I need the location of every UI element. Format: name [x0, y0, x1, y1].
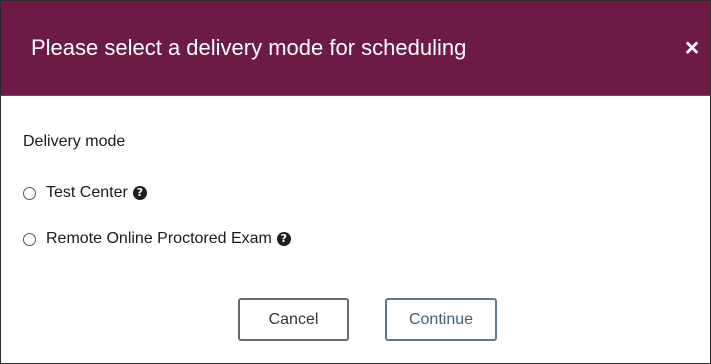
dialog-body: Delivery mode Test Center ? Remote Onlin…: [1, 96, 710, 363]
delivery-mode-dialog: Please select a delivery mode for schedu…: [0, 0, 711, 364]
continue-button[interactable]: Continue: [385, 298, 497, 341]
dialog-header: Please select a delivery mode for schedu…: [1, 1, 710, 96]
option-remote-online-proctored-exam[interactable]: Remote Online Proctored Exam ?: [23, 229, 291, 249]
delivery-mode-label: Delivery mode: [23, 133, 126, 150]
remote-online-proctored-exam-radio[interactable]: [23, 232, 36, 246]
close-icon[interactable]: ×: [678, 31, 706, 65]
question-circle-icon[interactable]: ?: [276, 232, 291, 246]
question-circle-icon[interactable]: ?: [132, 186, 147, 200]
option-test-center[interactable]: Test Center ?: [23, 183, 147, 203]
test-center-radio[interactable]: [23, 186, 36, 200]
cancel-button[interactable]: Cancel: [238, 298, 349, 341]
remote-online-proctored-exam-label: Remote Online Proctored Exam: [46, 230, 272, 247]
dialog-title: Please select a delivery mode for schedu…: [31, 35, 467, 60]
test-center-label: Test Center: [46, 184, 128, 201]
